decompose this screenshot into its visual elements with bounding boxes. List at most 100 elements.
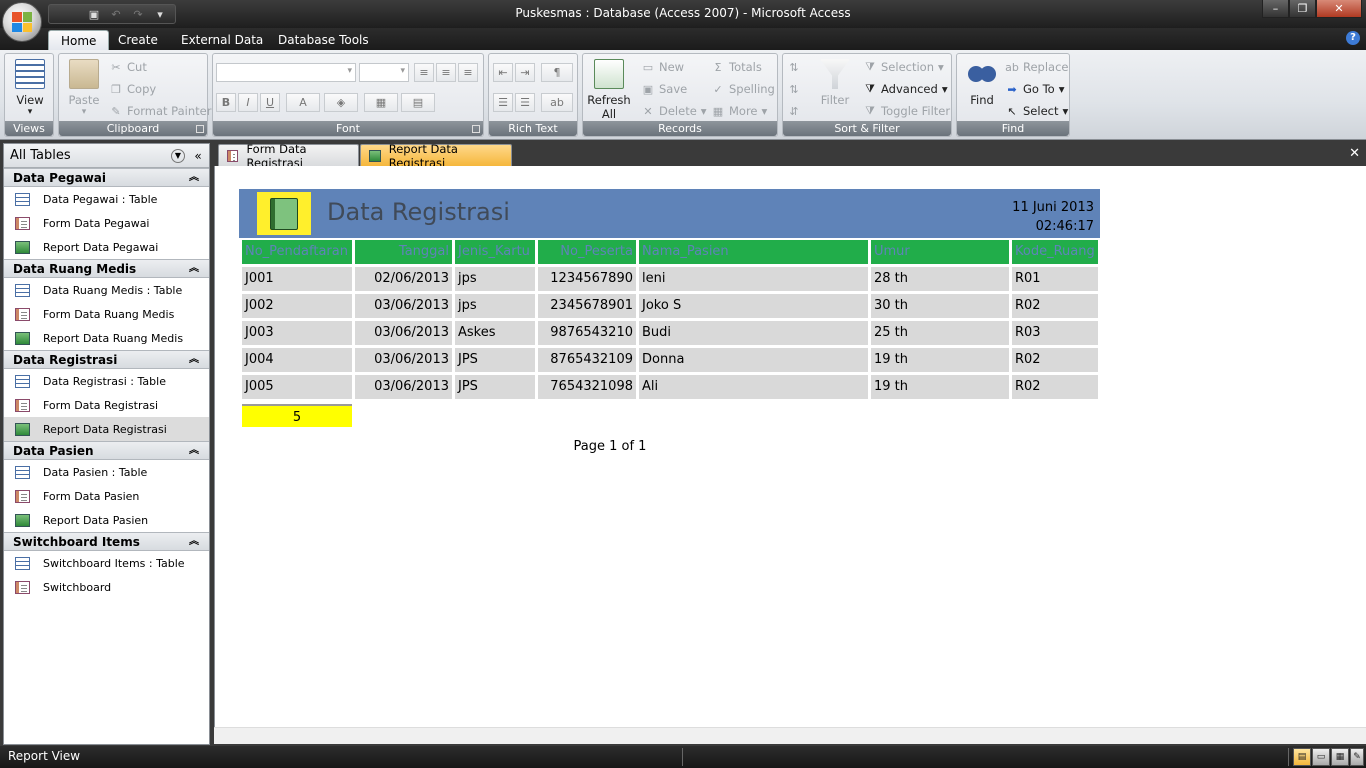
- report-view-icon[interactable]: ▤: [1293, 748, 1311, 766]
- font-dialog-launcher-icon[interactable]: [472, 125, 480, 133]
- nav-item-report-data-registrasi[interactable]: Report Data Registrasi: [4, 417, 209, 441]
- alternate-fill-icon[interactable]: ▤: [401, 93, 435, 112]
- nav-pane-header[interactable]: All Tables ▼ «: [4, 144, 209, 168]
- layout-view-icon[interactable]: ▦: [1331, 748, 1349, 766]
- print-preview-icon[interactable]: ▭: [1312, 748, 1330, 766]
- spelling-button[interactable]: ✓ Spelling: [711, 79, 774, 99]
- align-center-icon[interactable]: ≡: [436, 63, 456, 82]
- nav-group-header[interactable]: Data Ruang Medis ︽: [4, 259, 209, 278]
- report-column-header-row: No_Pendaftaran Tanggal Jenis_Kartu No_Pe…: [239, 238, 1100, 265]
- advanced-button[interactable]: ⧩ Advanced ▾: [863, 79, 948, 99]
- nav-group-header[interactable]: Switchboard Items ︽: [4, 532, 209, 551]
- nav-item-data-pasien-table[interactable]: Data Pasien : Table: [4, 460, 209, 484]
- shutter-bar-close-icon[interactable]: «: [191, 149, 205, 163]
- align-right-icon[interactable]: ≡: [458, 63, 478, 82]
- nav-item-form-data-registrasi[interactable]: Form Data Registrasi: [4, 393, 209, 417]
- nav-item-data-registrasi-table[interactable]: Data Registrasi : Table: [4, 369, 209, 393]
- replace-button[interactable]: ab Replace: [1005, 57, 1068, 77]
- align-left-icon[interactable]: ≡: [414, 63, 434, 82]
- funnel-icon: [820, 59, 850, 89]
- nav-item-data-pegawai-table[interactable]: Data Pegawai : Table: [4, 187, 209, 211]
- spelling-icon: ✓: [713, 82, 723, 96]
- copy-icon: ❐: [111, 82, 121, 96]
- tab-database-tools[interactable]: Database Tools: [266, 30, 381, 50]
- nav-item-report-data-ruang-medis[interactable]: Report Data Ruang Medis: [4, 326, 209, 350]
- paragraph-direction-icon[interactable]: ¶: [541, 63, 573, 82]
- bold-button[interactable]: B: [216, 93, 236, 112]
- close-button[interactable]: ✕: [1316, 0, 1362, 18]
- selection-button[interactable]: ⧩ Selection ▾: [863, 57, 944, 77]
- nav-group-header[interactable]: Data Pasien ︽: [4, 441, 209, 460]
- report-icon: [15, 513, 30, 527]
- close-document-icon[interactable]: ✕: [1349, 146, 1360, 161]
- font-size-combo[interactable]: [359, 63, 409, 82]
- tab-form-data-registrasi[interactable]: Form Data Registrasi: [218, 142, 359, 170]
- increase-indent-icon[interactable]: ⇥: [515, 63, 535, 82]
- report-cell: 7654321098: [538, 375, 636, 399]
- minimize-button[interactable]: –: [1262, 0, 1289, 18]
- italic-button[interactable]: I: [238, 93, 258, 112]
- nav-group-header[interactable]: Data Registrasi ︽: [4, 350, 209, 369]
- filter-button[interactable]: Filter: [813, 57, 857, 119]
- nav-item-label: Form Data Registrasi: [43, 398, 159, 412]
- gridlines-icon[interactable]: ▦: [364, 93, 398, 112]
- highlight-icon[interactable]: ab: [541, 93, 573, 112]
- sort-ascending-button[interactable]: ⇅: [787, 57, 801, 77]
- tab-report-data-registrasi[interactable]: Report Data Registrasi: [360, 142, 512, 170]
- nav-item-report-data-pegawai[interactable]: Report Data Pegawai: [4, 235, 209, 259]
- nav-group-header[interactable]: Data Pegawai ︽: [4, 168, 209, 187]
- more-button[interactable]: ▦ More ▾: [711, 101, 768, 121]
- clear-sort-button[interactable]: ⇵: [787, 101, 801, 121]
- bullets-icon[interactable]: ☰: [515, 93, 535, 112]
- status-divider: [1288, 748, 1289, 766]
- cut-button[interactable]: ✂ Cut: [109, 57, 146, 77]
- nav-item-switchboard[interactable]: Switchboard: [4, 575, 209, 599]
- report-icon: [15, 331, 30, 345]
- find-group-label: Find: [957, 121, 1069, 136]
- nav-menu-dropdown-icon[interactable]: ▼: [171, 148, 185, 163]
- report-cell: 03/06/2013: [355, 294, 452, 318]
- tab-home[interactable]: Home: [48, 30, 110, 50]
- font-color-button[interactable]: A: [286, 93, 320, 112]
- nav-item-data-ruang-medis-table[interactable]: Data Ruang Medis : Table: [4, 278, 209, 302]
- find-button[interactable]: Find: [960, 57, 1004, 119]
- new-record-button[interactable]: ▭ New: [641, 57, 684, 77]
- goto-button[interactable]: ➡ Go To ▾: [1005, 79, 1064, 99]
- collapse-icon: ︽: [189, 354, 199, 365]
- view-button[interactable]: View ▾: [8, 57, 52, 119]
- refresh-all-button[interactable]: Refresh All: [586, 57, 632, 121]
- fill-color-icon[interactable]: ◈: [324, 93, 358, 112]
- format-painter-button[interactable]: ✎ Format Painter: [109, 101, 211, 121]
- table-icon: [15, 465, 30, 479]
- more-label: More: [729, 104, 758, 118]
- select-button[interactable]: ↖ Select ▾: [1005, 101, 1068, 121]
- column-header: Jenis_Kartu: [455, 240, 535, 264]
- nav-item-form-data-pasien[interactable]: Form Data Pasien: [4, 484, 209, 508]
- help-icon[interactable]: ?: [1346, 31, 1360, 45]
- underline-button[interactable]: U: [260, 93, 280, 112]
- toggle-filter-button[interactable]: ⧩ Toggle Filter: [863, 101, 950, 121]
- copy-button[interactable]: ❐ Copy: [109, 79, 156, 99]
- nav-item-report-data-pasien[interactable]: Report Data Pasien: [4, 508, 209, 532]
- office-button[interactable]: [2, 2, 42, 42]
- totals-button[interactable]: Σ Totals: [711, 57, 762, 77]
- tab-external-data[interactable]: External Data: [169, 30, 275, 50]
- delete-button[interactable]: ✕ Delete ▾: [641, 101, 706, 121]
- maximize-button[interactable]: ❐: [1289, 0, 1316, 18]
- tab-create[interactable]: Create: [106, 30, 170, 50]
- save-record-button[interactable]: ▣ Save: [641, 79, 687, 99]
- decrease-indent-icon[interactable]: ⇤: [493, 63, 513, 82]
- find-label: Find: [970, 93, 994, 107]
- sort-descending-button[interactable]: ⇅: [787, 79, 801, 99]
- font-name-combo[interactable]: [216, 63, 356, 82]
- navigation-pane: All Tables ▼ « Data Pegawai ︽ Data Pegawa…: [3, 143, 210, 745]
- paste-button[interactable]: Paste ▾: [62, 57, 106, 119]
- numbering-icon[interactable]: ☰: [493, 93, 513, 112]
- nav-item-switchboard-items-table[interactable]: Switchboard Items : Table: [4, 551, 209, 575]
- nav-item-form-data-pegawai[interactable]: Form Data Pegawai: [4, 211, 209, 235]
- report-cell: 03/06/2013: [355, 321, 452, 345]
- clipboard-dialog-launcher-icon[interactable]: [196, 125, 204, 133]
- status-bar: Report View ▤ ▭ ▦ ✎: [0, 746, 1366, 768]
- nav-item-form-data-ruang-medis[interactable]: Form Data Ruang Medis: [4, 302, 209, 326]
- design-view-icon[interactable]: ✎: [1350, 748, 1364, 766]
